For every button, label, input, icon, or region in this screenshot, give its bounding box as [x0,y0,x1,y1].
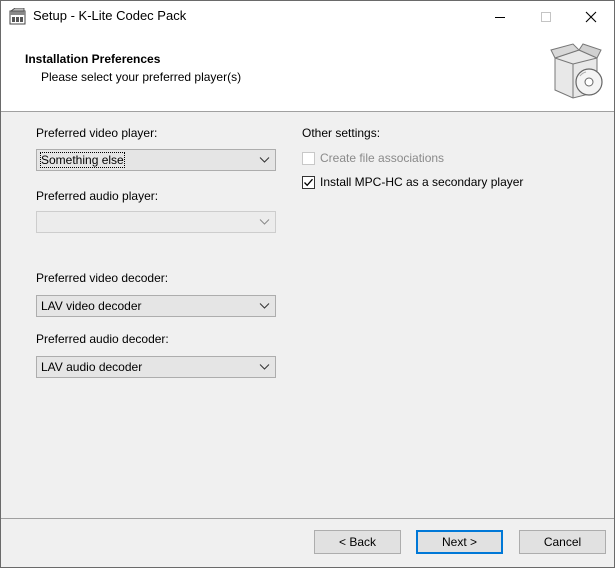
create-file-associations-label: Create file associations [320,151,445,165]
footer-divider [1,518,614,519]
wizard-header: Installation Preferences Please select y… [1,32,614,112]
title-bar[interactable]: Setup - K-Lite Codec Pack [1,1,614,32]
preferred-audio-player-label: Preferred audio player: [36,189,159,203]
minimize-icon [495,16,505,18]
preferred-video-player-select[interactable]: Something else [36,149,276,171]
install-mpc-hc-checkbox[interactable] [302,176,315,189]
window-title: Setup - K-Lite Codec Pack [33,8,187,23]
checkmark-icon [304,178,313,187]
page-title: Installation Preferences [25,52,161,66]
install-mpc-hc-label: Install MPC-HC as a secondary player [320,175,524,189]
preferred-video-decoder-value: LAV video decoder [41,299,142,313]
create-file-associations-checkbox[interactable] [302,152,315,165]
preferred-video-decoder-select[interactable]: LAV video decoder [36,295,276,317]
preferred-video-player-label: Preferred video player: [36,126,158,140]
installer-box-icon [550,43,603,99]
close-icon [585,11,597,22]
chevron-down-icon [259,157,270,163]
minimize-button[interactable] [477,1,523,32]
chevron-down-icon [259,303,270,309]
cancel-button[interactable]: Cancel [519,530,606,554]
close-button[interactable] [568,1,614,32]
maximize-button [523,1,569,32]
preferred-video-decoder-label: Preferred video decoder: [36,271,169,285]
chevron-down-icon [259,219,270,225]
maximize-icon [541,11,551,22]
preferred-audio-decoder-label: Preferred audio decoder: [36,332,169,346]
preferred-audio-player-select[interactable] [36,211,276,233]
preferred-audio-decoder-value: LAV audio decoder [41,360,143,374]
preferred-audio-decoder-select[interactable]: LAV audio decoder [36,356,276,378]
chevron-down-icon [259,364,270,370]
back-button[interactable]: < Back [314,530,401,554]
setup-window: Setup - K-Lite Codec Pack Installation P… [0,0,615,568]
setup-app-icon [9,8,26,25]
preferred-video-player-value: Something else [40,152,125,168]
other-settings-label: Other settings: [302,126,381,140]
next-button[interactable]: Next > [416,530,503,554]
page-subtitle: Please select your preferred player(s) [41,70,242,84]
